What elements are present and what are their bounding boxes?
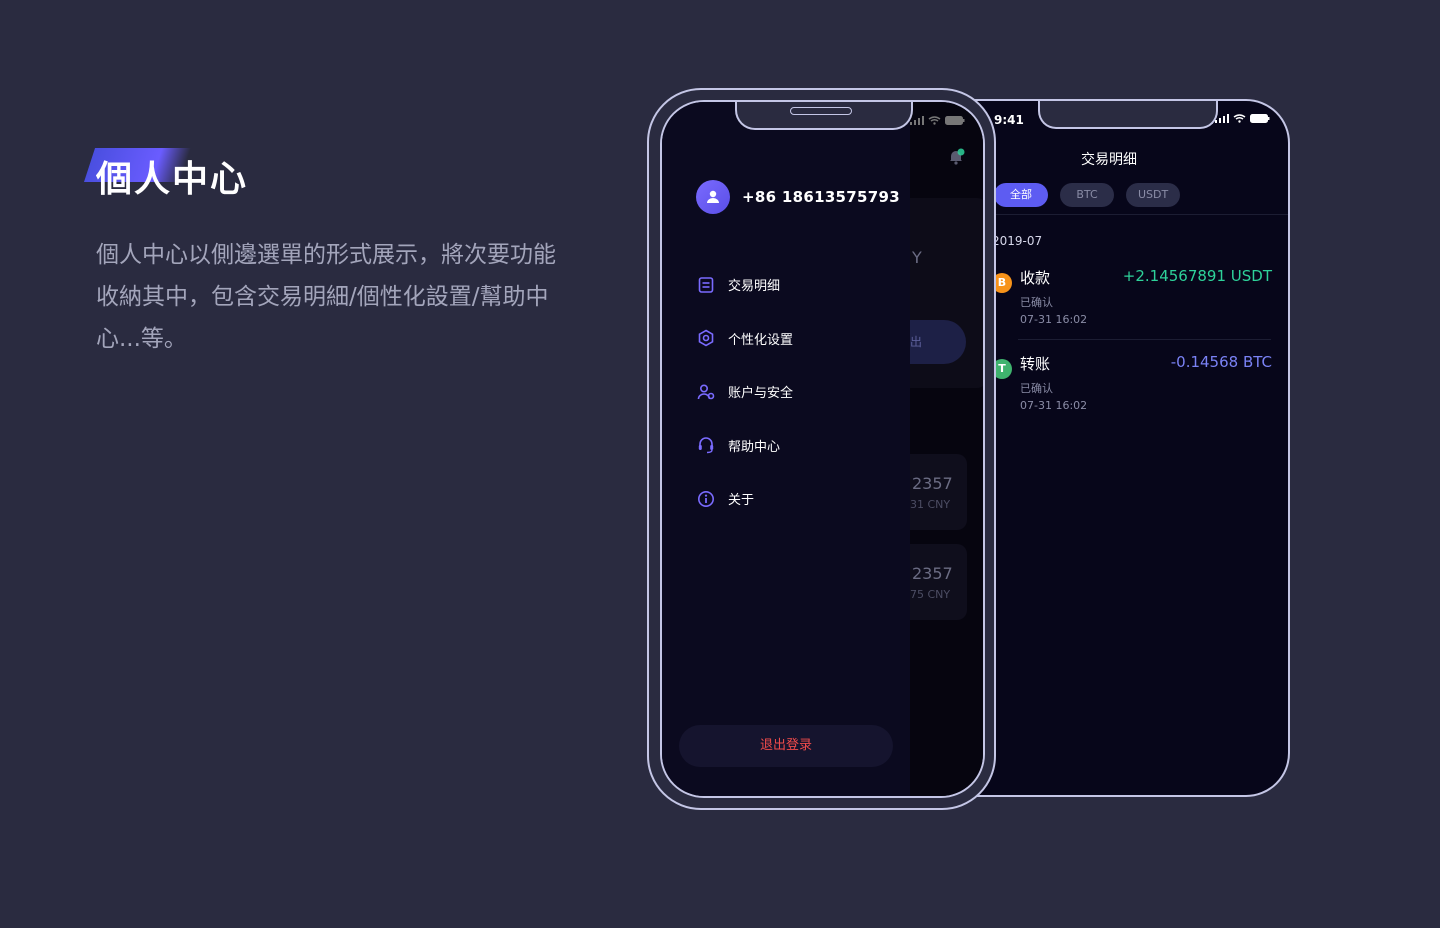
side-menu-phone: Y 出 2357 31 CNY 2357 75 CNY +86 18613575…	[660, 100, 985, 798]
asset-value: 2357	[912, 474, 953, 493]
phone-speaker	[790, 107, 852, 115]
signal-icon	[910, 116, 924, 125]
user-phone: +86 18613575793	[742, 188, 900, 206]
info-icon	[696, 489, 716, 509]
menu-item-account-security[interactable]: 账户与安全	[696, 365, 793, 419]
avatar[interactable]	[696, 180, 730, 214]
status-icons	[910, 116, 965, 125]
month-header: 2019-07	[992, 234, 1043, 248]
signal-icon	[1215, 114, 1229, 123]
user-profile[interactable]: +86 18613575793	[696, 180, 900, 214]
menu-item-transactions[interactable]: 交易明细	[696, 258, 793, 312]
document-icon	[696, 275, 716, 295]
asset-sub: 75 CNY	[910, 588, 951, 601]
transaction-time: 07-31 16:02	[1020, 399, 1088, 412]
asset-sub: 31 CNY	[910, 498, 951, 511]
menu-item-help-center[interactable]: 帮助中心	[696, 419, 793, 473]
user-shield-icon	[696, 382, 716, 402]
phone-notch	[1038, 101, 1218, 129]
menu-item-personalization[interactable]: 个性化设置	[696, 312, 793, 366]
page-description: 個人中心以側邊選單的形式展示，將次要功能收納其中，包含交易明細/個性化設置/幫助…	[96, 242, 556, 352]
transaction-amount: +2.14567891 USDT	[1122, 267, 1272, 285]
user-icon	[707, 190, 719, 203]
drawer-menu: 交易明细 个性化设置 账户与安全 帮助中心 关于	[696, 258, 793, 526]
transaction-status: 已确认	[1020, 382, 1053, 395]
transaction-status: 已确认	[1020, 296, 1053, 309]
page-title: 個人中心	[96, 159, 249, 200]
filter-btc[interactable]: BTC	[1060, 183, 1114, 207]
filter-usdt[interactable]: USDT	[1126, 183, 1181, 207]
menu-label: 帮助中心	[728, 439, 781, 455]
row-divider	[1018, 339, 1271, 340]
transaction-time: 07-31 16:02	[1020, 313, 1088, 326]
menu-label: 关于	[728, 493, 755, 509]
wifi-icon	[928, 116, 941, 125]
hero-title-block: 個人中心	[84, 146, 284, 206]
menu-label: 账户与安全	[728, 386, 794, 402]
filter-tabs: 全部 BTC USDT	[994, 183, 1181, 207]
menu-item-about[interactable]: 关于	[696, 472, 793, 526]
transaction-type: 收款	[1020, 269, 1051, 287]
transaction-type: 转账	[1020, 355, 1051, 373]
filter-all[interactable]: 全部	[994, 183, 1048, 207]
phone-notch	[735, 102, 913, 130]
wifi-icon	[1233, 114, 1246, 123]
transaction-amount: -0.14568 BTC	[1170, 353, 1272, 371]
bell-icon[interactable]	[947, 148, 965, 170]
divider	[990, 214, 1288, 215]
status-time: 9:41	[994, 113, 1024, 127]
partial-text: Y	[912, 248, 922, 267]
menu-label: 交易明细	[728, 279, 781, 295]
hexagon-settings-icon	[696, 328, 716, 348]
asset-value: 2357	[912, 564, 953, 583]
battery-icon	[1250, 114, 1270, 123]
headset-icon	[696, 435, 716, 455]
battery-icon	[945, 116, 965, 125]
status-icons	[1215, 114, 1270, 123]
logout-button[interactable]: 退出登录	[679, 725, 893, 767]
menu-label: 个性化设置	[728, 332, 794, 348]
